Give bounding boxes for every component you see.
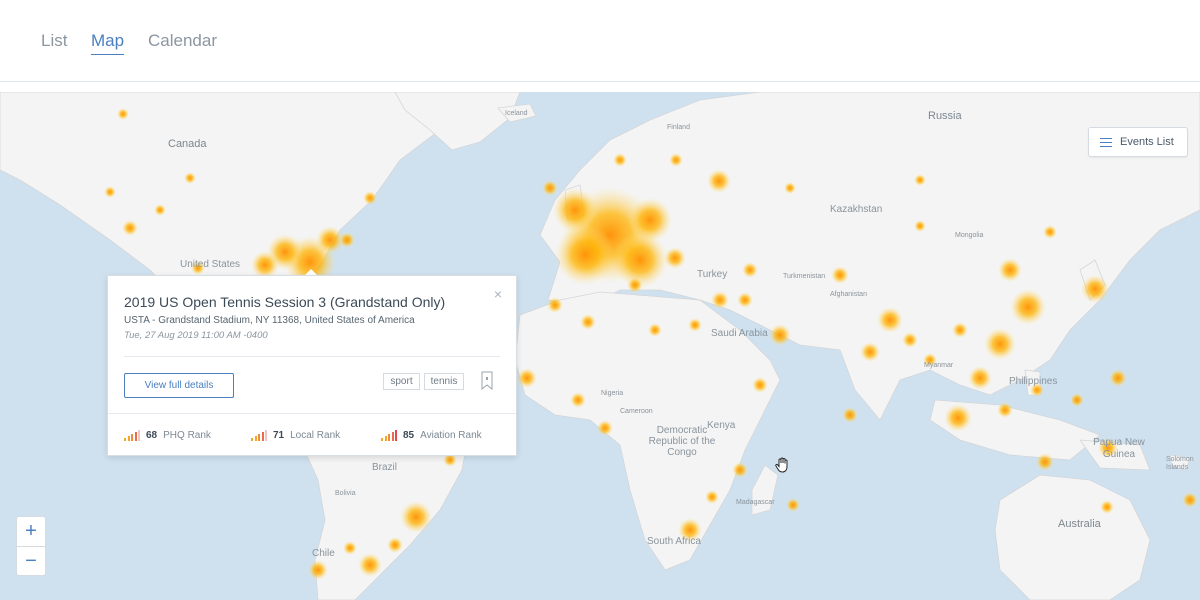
map-label-united-states: United States [180,259,241,270]
event-popup: × 2019 US Open Tennis Session 3 (Grandst… [107,275,517,456]
map-label-saudi-arabia: Saudi Arabia [711,328,768,339]
map-label-madagascar: Madagascar [736,499,775,506]
map-label-canada: Canada [168,138,207,150]
map-label-turkmenistan: Turkmenistan [783,273,826,280]
map-label-russia: Russia [928,110,962,122]
local-rank-label: Local Rank [290,430,341,441]
rank-bars-icon [251,429,267,441]
map-label-solomon-islands: Solomon Islands [1166,456,1194,471]
map-label-mongolia: Mongolia [955,232,984,239]
aviation-rank-value: 85 [403,430,415,441]
map-label-nigeria: Nigeria [601,390,624,397]
tag-sport[interactable]: sport [383,373,420,390]
zoom-control: + − [16,516,46,576]
hand-cursor-icon [775,457,788,473]
map-label-kazakhstan: Kazakhstan [830,204,883,215]
local-rank-value: 71 [273,430,285,441]
map-label-afghanistan: Afghanistan [830,291,867,298]
map-label-australia: Australia [1058,518,1101,530]
map-label-bolivia: Bolivia [335,490,356,497]
map-label-chile: Chile [312,548,335,559]
close-icon[interactable]: × [494,286,502,302]
events-list-button[interactable]: Events List [1088,127,1188,157]
tab-map[interactable]: Map [91,31,125,55]
view-tab-bar: List Map Calendar [0,0,1200,82]
tab-calendar[interactable]: Calendar [148,31,217,51]
map-label-turkey: Turkey [697,269,728,280]
bookmark-icon[interactable] [481,371,493,390]
zoom-in-button[interactable]: + [17,517,45,547]
local-rank: 71 Local Rank [251,429,341,441]
phq-rank: 68 PHQ Rank [124,429,211,441]
tag-tennis[interactable]: tennis [424,373,464,390]
spacer [0,82,1200,92]
events-list-label: Events List [1120,136,1174,148]
list-icon [1100,137,1112,147]
event-title: 2019 US Open Tennis Session 3 (Grandstan… [124,294,446,310]
tab-list[interactable]: List [41,31,67,51]
map-label-cameroon: Cameroon [620,408,653,415]
map-label-papua-new-guinea: Papua New Guinea [1093,437,1145,460]
rank-divider [108,413,516,414]
rank-bars-icon [381,429,397,441]
map-label-kenya: Kenya [707,420,736,431]
map-label-philippines: Philippines [1009,376,1058,387]
popup-divider [124,356,500,357]
zoom-out-button[interactable]: − [17,547,45,576]
aviation-rank-label: Aviation Rank [420,430,482,441]
map-label-south-africa: South Africa [647,536,701,547]
map-label-myanmar: Myanmar [924,362,954,369]
rank-bars-icon [124,429,140,441]
view-full-details-button[interactable]: View full details [124,373,234,398]
phq-rank-value: 68 [146,430,158,441]
map-label-brazil: Brazil [372,462,398,473]
map-label-iceland: Iceland [505,110,528,117]
aviation-rank: 85 Aviation Rank [381,429,482,441]
map-label-finland: Finland [667,124,690,131]
phq-rank-label: PHQ Rank [163,430,211,441]
event-address: USTA - Grandstand Stadium, NY 11368, Uni… [124,315,415,326]
event-date: Tue, 27 Aug 2019 11:00 AM -0400 [124,330,268,341]
